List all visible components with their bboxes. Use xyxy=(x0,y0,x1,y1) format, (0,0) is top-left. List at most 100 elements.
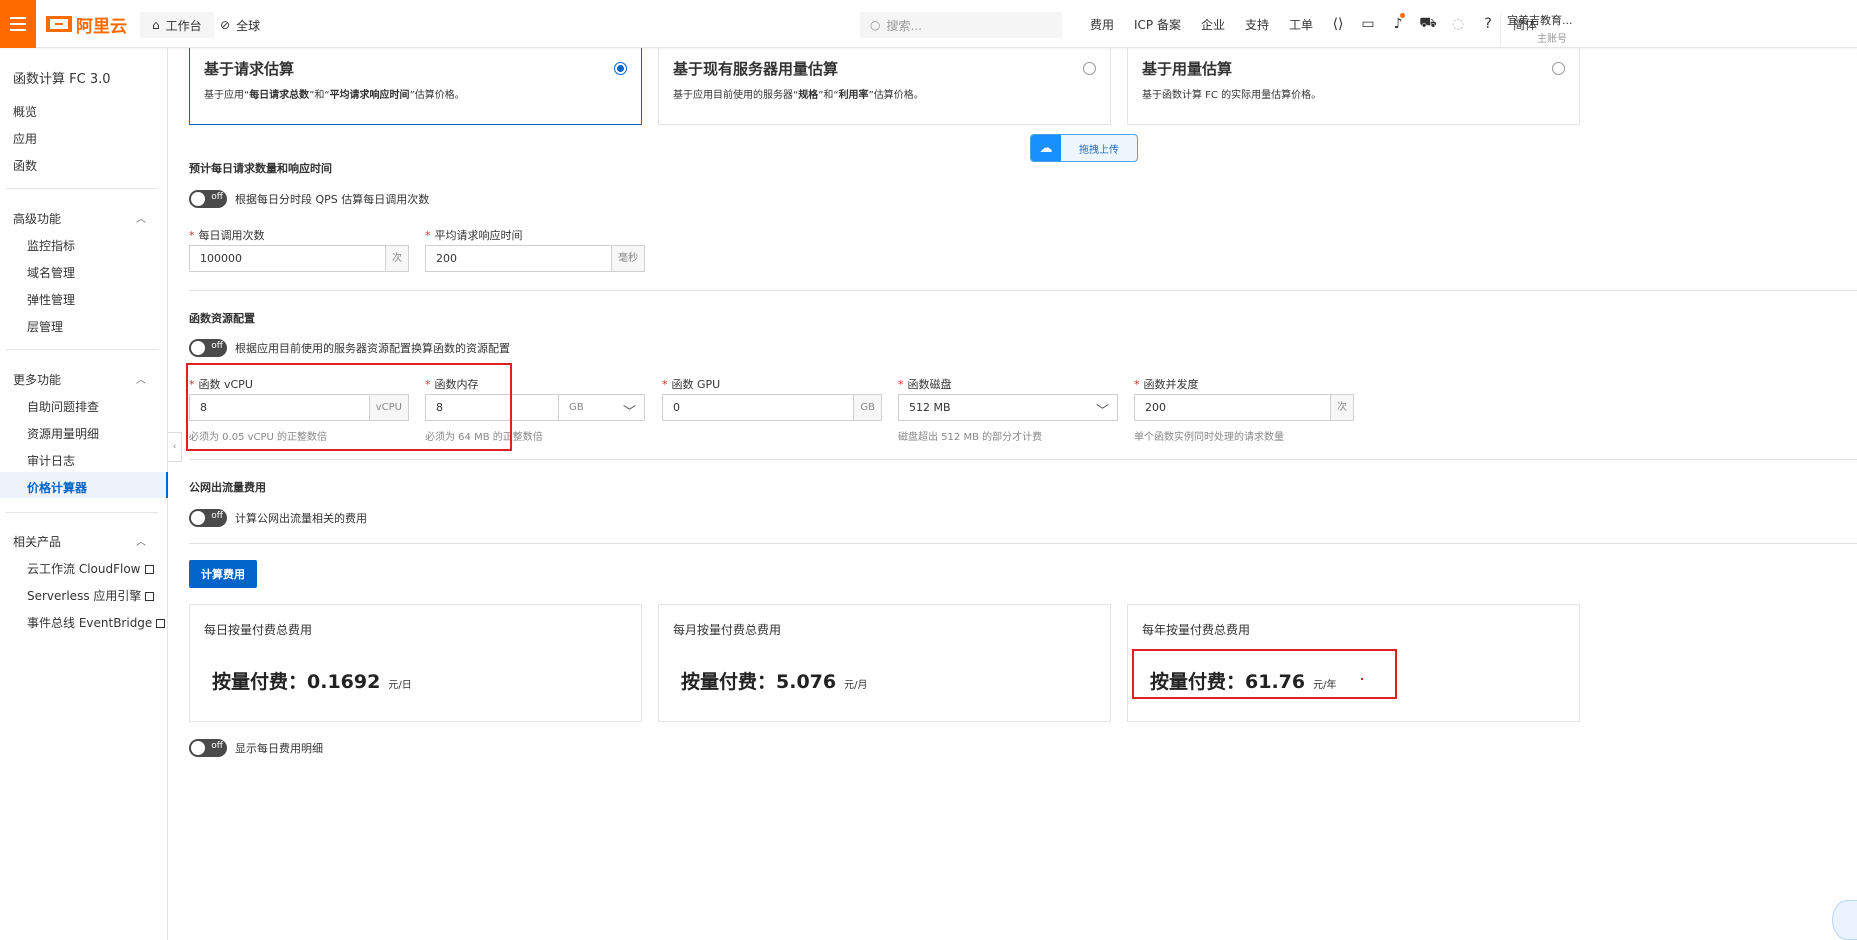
top-links: 费用 ICP 备案 企业 支持 工单 ⟨⟩ ▭ ♪ ⛟ ◌ ? 简体 xyxy=(1080,0,1547,48)
sidebar-item-domains[interactable]: 域名管理 xyxy=(27,264,75,281)
bell-icon[interactable]: ♪ xyxy=(1383,13,1413,32)
concurrency-unit: 次 xyxy=(1330,395,1353,420)
chevron-down-icon: ﹀ xyxy=(1095,404,1109,419)
result-card-daily: 每日按量付费总费用 按量付费： 0.1692 元/日 xyxy=(189,604,642,722)
sidebar-link-label: Serverless 应用引擎 xyxy=(27,589,142,603)
sidebar-group-related[interactable]: 相关产品 xyxy=(13,533,61,550)
mode-card-request[interactable]: 基于请求估算 基于应用“每日请求总数”和“平均请求响应时间”估算价格。 xyxy=(189,48,642,125)
qps-toggle[interactable]: off xyxy=(189,190,227,208)
amount-label: 按量付费： xyxy=(681,671,777,693)
disk-hint: 磁盘超出 512 MB 的部分才计费 xyxy=(898,432,1043,443)
sidebar: 函数计算 FC 3.0 概览 应用 函数 高级功能 ︿ 监控指标 域名管理 弹性… xyxy=(0,48,168,940)
toggle-label: 计算公网出流量相关的费用 xyxy=(235,512,367,525)
sidebar-item-elastic[interactable]: 弹性管理 xyxy=(27,291,75,308)
disk-value: 512 MB xyxy=(909,401,951,414)
nav-link-support[interactable]: 支持 xyxy=(1235,16,1279,33)
daily-detail-toggle[interactable]: off xyxy=(189,739,227,757)
assistant-widget-icon[interactable] xyxy=(1832,900,1857,940)
chevron-up-icon[interactable]: ︿ xyxy=(136,533,146,548)
calculate-cost-button[interactable]: 计算费用 xyxy=(189,560,257,588)
concurrency-value[interactable]: 200 xyxy=(1135,395,1330,420)
toggle-label: 根据每日分时段 QPS 估算每日调用次数 xyxy=(235,193,430,206)
sidebar-link-cloudflow[interactable]: 云工作流 CloudFlow xyxy=(27,560,154,577)
nav-link-billing[interactable]: 费用 xyxy=(1080,16,1124,33)
result-amount: 按量付费： 5.076 元/月 xyxy=(681,667,868,694)
code-icon[interactable]: ⟨⟩ xyxy=(1323,16,1353,32)
workbench-button[interactable]: ⌂ 工作台 xyxy=(140,12,214,38)
region-label: 全球 xyxy=(236,18,261,33)
sidebar-divider xyxy=(6,512,158,513)
account-sub: 主账号 xyxy=(1537,34,1567,45)
aliyun-logo[interactable]: 阿里云 xyxy=(46,13,127,37)
disk-select[interactable]: 512 MB ﹀ xyxy=(898,394,1118,421)
daily-calls-field[interactable]: 100000 次 xyxy=(189,245,409,272)
nav-link-ticket[interactable]: 工单 xyxy=(1279,16,1323,33)
aliyun-logo-mark-icon xyxy=(46,16,72,32)
radio-unselected[interactable] xyxy=(1552,62,1565,75)
main-content: 基于请求估算 基于应用“每日请求总数”和“平均请求响应时间”估算价格。 基于现有… xyxy=(168,48,1857,940)
red-annotation-box xyxy=(186,363,512,451)
toggle-label: 显示每日费用明细 xyxy=(235,742,323,755)
search-placeholder: 搜索... xyxy=(886,18,922,33)
mode-description: 基于应用目前使用的服务器“规格”和“利用率”估算价格。 xyxy=(673,90,924,101)
radio-unselected[interactable] xyxy=(1083,62,1096,75)
external-link-icon xyxy=(145,592,155,601)
sidebar-item-audit[interactable]: 审计日志 xyxy=(27,452,75,469)
cart-icon[interactable]: ⛟ xyxy=(1413,15,1443,33)
sidebar-group-more[interactable]: 更多功能 xyxy=(13,371,61,388)
mode-card-usage[interactable]: 基于用量估算 基于函数计算 FC 的实际用量估算价格。 xyxy=(1127,48,1580,125)
gpu-field[interactable]: 0 GB xyxy=(662,394,882,421)
sidebar-item-monitoring[interactable]: 监控指标 xyxy=(27,237,75,254)
mode-description: 基于函数计算 FC 的实际用量估算价格。 xyxy=(1142,90,1322,101)
amount-value: 5.076 xyxy=(776,671,837,693)
sidebar-item-troubleshoot[interactable]: 自助问题排查 xyxy=(27,398,99,415)
nav-link-enterprise[interactable]: 企业 xyxy=(1191,16,1235,33)
drag-upload-button[interactable]: ☁ 拖拽上传 xyxy=(1030,134,1138,162)
sidebar-item-price-calculator[interactable]: 价格计算器 xyxy=(27,479,87,496)
response-time-value[interactable]: 200 xyxy=(426,246,611,271)
section-title-resources: 函数资源配置 xyxy=(189,312,255,325)
sidebar-item-layers[interactable]: 层管理 xyxy=(27,318,63,335)
terminal-icon[interactable]: ▭ xyxy=(1353,16,1383,32)
radio-selected[interactable] xyxy=(614,62,627,75)
concurrency-label: * 函数并发度 xyxy=(1134,378,1199,391)
sidebar-group-advanced[interactable]: 高级功能 xyxy=(13,210,61,227)
disk-label: * 函数磁盘 xyxy=(898,378,952,391)
gpu-label: * 函数 GPU xyxy=(662,378,721,391)
sidebar-link-label: 云工作流 CloudFlow xyxy=(27,562,141,576)
memory-unit-select[interactable]: GB ﹀ xyxy=(558,395,644,420)
hamburger-menu-icon[interactable] xyxy=(0,0,36,48)
sidebar-item-usage[interactable]: 资源用量明细 xyxy=(27,425,99,442)
toggle-row-daily-detail: off 显示每日费用明细 xyxy=(189,739,323,757)
amount-unit: 元/日 xyxy=(388,680,412,691)
daily-calls-value[interactable]: 100000 xyxy=(190,246,385,271)
chevron-down-icon: ﹀ xyxy=(622,405,636,420)
sidebar-item-overview[interactable]: 概览 xyxy=(13,103,37,120)
sidebar-link-sae[interactable]: Serverless 应用引擎 xyxy=(27,587,155,604)
nav-link-icp[interactable]: ICP 备案 xyxy=(1124,16,1191,33)
traffic-toggle[interactable]: off xyxy=(189,509,227,527)
sidebar-item-functions[interactable]: 函数 xyxy=(13,157,37,174)
chevron-up-icon[interactable]: ︿ xyxy=(136,371,146,386)
section-title-requests: 预计每日请求数量和响应时间 xyxy=(189,162,332,175)
chevron-up-icon[interactable]: ︿ xyxy=(136,210,146,225)
help-icon[interactable]: ? xyxy=(1473,16,1503,32)
lightbulb-icon[interactable]: ◌ xyxy=(1443,16,1473,32)
region-selector[interactable]: ⊘ 全球 xyxy=(220,12,260,38)
toggle-label: 根据应用目前使用的服务器资源配置换算函数的资源配置 xyxy=(235,342,510,355)
account-menu[interactable]: 宜美吉教育... 主账号 xyxy=(1500,12,1857,45)
logo-text: 阿里云 xyxy=(76,16,127,37)
sidebar-item-apps[interactable]: 应用 xyxy=(13,130,37,147)
external-link-icon xyxy=(144,565,154,574)
concurrency-field[interactable]: 200 次 xyxy=(1134,394,1354,421)
resource-toggle[interactable]: off xyxy=(189,339,227,357)
gpu-value[interactable]: 0 xyxy=(663,395,853,420)
sidebar-link-eventbridge[interactable]: 事件总线 EventBridge xyxy=(27,614,166,631)
cloud-upload-icon: ☁ xyxy=(1031,135,1061,161)
notification-dot xyxy=(1400,13,1406,18)
response-time-field[interactable]: 200 毫秒 xyxy=(425,245,645,272)
mode-title: 基于请求估算 xyxy=(204,60,295,78)
mode-card-server[interactable]: 基于现有服务器用量估算 基于应用目前使用的服务器“规格”和“利用率”估算价格。 xyxy=(658,48,1111,125)
search-input[interactable]: ○ 搜索... xyxy=(860,12,1062,38)
gpu-unit: GB xyxy=(853,395,881,420)
